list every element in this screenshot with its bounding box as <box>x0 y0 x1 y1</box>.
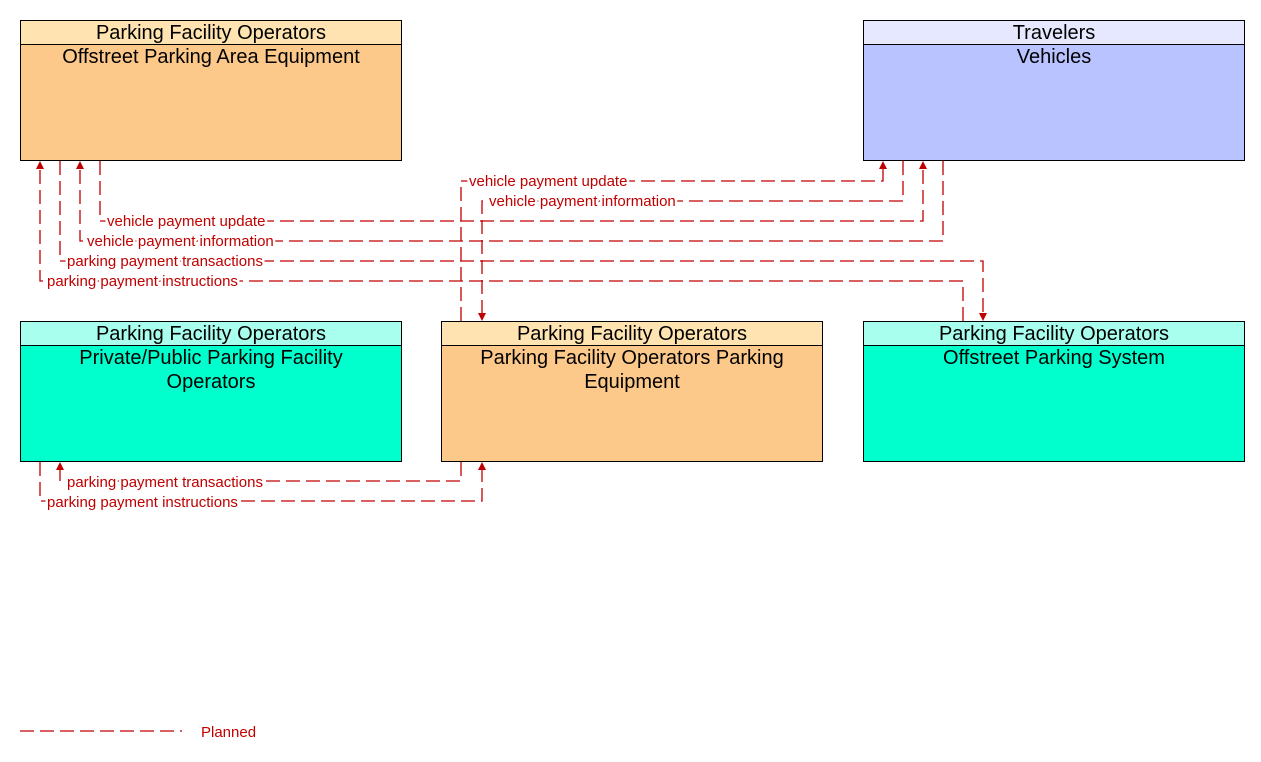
legend: Planned <box>20 724 256 741</box>
node-private-public-parking-facility-operators[interactable]: Parking Facility Operators Private/Publi… <box>20 321 402 462</box>
arrow-head-icon <box>36 161 44 169</box>
architecture-diagram: Parking Facility Operators Offstreet Par… <box>20 20 1245 741</box>
node-group: Parking Facility Operators <box>939 323 1169 345</box>
arrow-head-icon <box>879 161 887 169</box>
arrow-head-icon <box>56 462 64 470</box>
arrow-head-icon <box>979 313 987 321</box>
flow-label: parking payment instructions <box>47 494 238 511</box>
node-name: Offstreet Parking System <box>943 347 1165 369</box>
node-name-line-2: Equipment <box>584 371 680 393</box>
flow-label: parking payment transactions <box>67 253 263 270</box>
flow-label: parking payment transactions <box>67 474 263 491</box>
flow-label: vehicle payment information <box>87 233 274 250</box>
node-offstreet-parking-area-equipment[interactable]: Parking Facility Operators Offstreet Par… <box>20 20 402 161</box>
flow-parking-payment-transactions-pfo-to-private[interactable]: parking payment transactions <box>56 462 462 494</box>
arrow-head-icon <box>76 161 84 169</box>
node-offstreet-parking-system[interactable]: Parking Facility Operators Offstreet Par… <box>863 321 1245 462</box>
arrow-head-icon <box>919 161 927 169</box>
arrow-head-icon <box>478 313 486 321</box>
flow-label: vehicle payment information <box>489 193 676 210</box>
node-name-line-2: Operators <box>167 371 256 393</box>
node-pfo-parking-equipment[interactable]: Parking Facility Operators Parking Facil… <box>441 321 823 462</box>
node-name-line-1: Parking Facility Operators Parking <box>480 347 783 369</box>
flow-label: vehicle payment update <box>469 173 627 190</box>
arrow-head-icon <box>478 462 486 470</box>
legend-planned-label: Planned <box>201 724 256 741</box>
node-name: Offstreet Parking Area Equipment <box>62 46 360 68</box>
node-name: Vehicles <box>1017 46 1092 68</box>
node-vehicles[interactable]: Travelers Vehicles <box>863 20 1245 161</box>
flow-label: vehicle payment update <box>107 213 265 230</box>
node-group: Parking Facility Operators <box>96 22 326 44</box>
node-name-line-1: Private/Public Parking Facility <box>79 347 342 369</box>
node-group: Travelers <box>1013 22 1096 44</box>
node-group: Parking Facility Operators <box>96 323 326 345</box>
node-group: Parking Facility Operators <box>517 323 747 345</box>
flow-label: parking payment instructions <box>47 273 238 290</box>
